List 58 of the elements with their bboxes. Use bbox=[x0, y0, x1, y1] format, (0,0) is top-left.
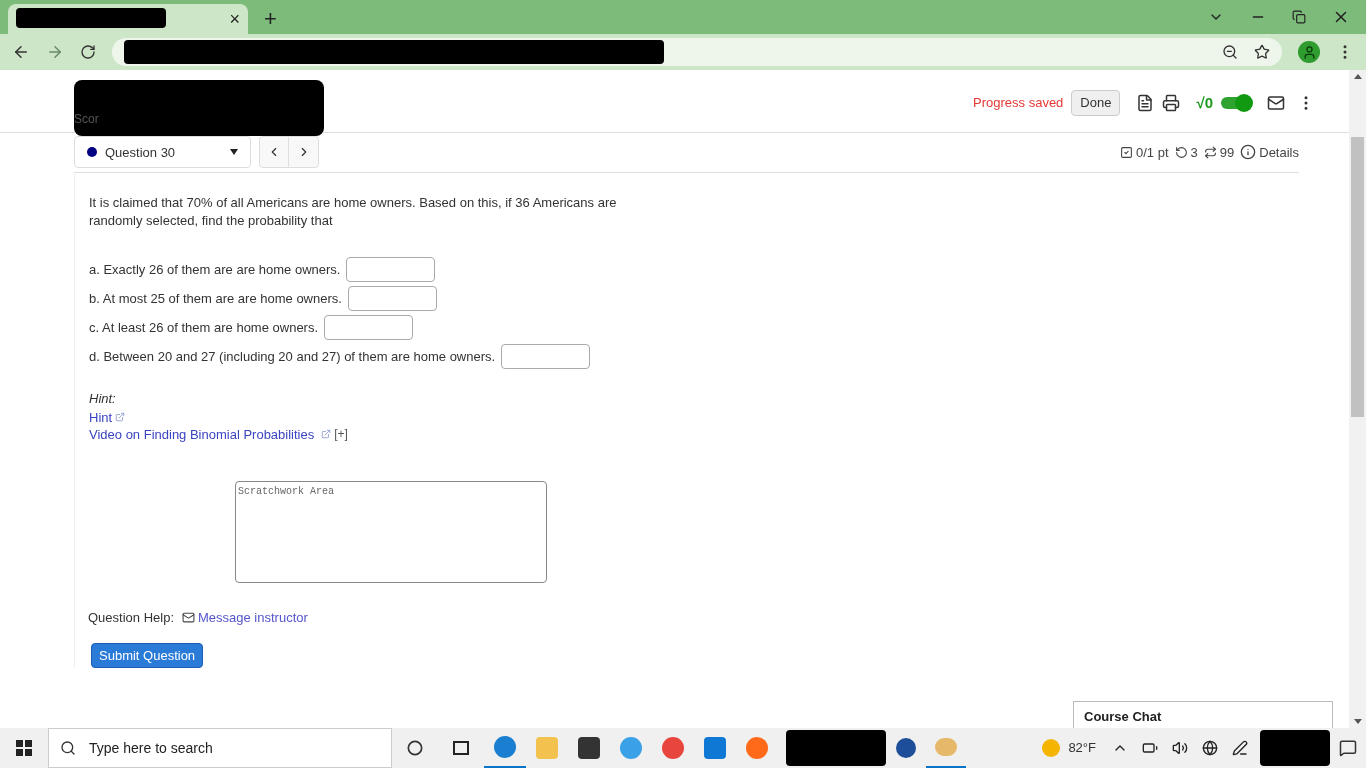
question-selector[interactable]: Question 30 bbox=[74, 136, 251, 169]
repeat-icon bbox=[1203, 145, 1217, 159]
reload-icon[interactable] bbox=[80, 44, 96, 60]
message-instructor-link[interactable]: Message instructor bbox=[198, 608, 308, 628]
restore-icon[interactable] bbox=[1292, 10, 1306, 24]
taskbar-search-field[interactable]: Type here to search bbox=[48, 728, 392, 768]
dropdown-caret-icon bbox=[230, 149, 238, 156]
answer-field[interactable] bbox=[346, 257, 436, 283]
part-label: b. At most 25 of them are are home owners. bbox=[89, 289, 342, 308]
browser-tab[interactable]: × bbox=[8, 4, 248, 34]
question-stat: 0/1 pt bbox=[1136, 143, 1169, 162]
info-icon bbox=[1240, 144, 1257, 161]
math-toggle[interactable] bbox=[1221, 96, 1251, 109]
undo-icon bbox=[1174, 145, 1188, 159]
external-link-icon bbox=[321, 429, 332, 440]
question-help-label: Question Help: bbox=[88, 609, 174, 628]
address-bar[interactable] bbox=[112, 38, 1282, 66]
star-icon[interactable] bbox=[1254, 44, 1270, 60]
scroll-up-arrow-icon[interactable] bbox=[1353, 74, 1362, 79]
score-label: Scor bbox=[74, 111, 99, 128]
printer-icon[interactable] bbox=[1162, 93, 1181, 112]
sqrt-icon: √0 bbox=[1196, 91, 1213, 114]
hint-link[interactable]: Hint bbox=[89, 408, 113, 426]
mail-icon[interactable] bbox=[1267, 93, 1285, 112]
part-label: c. At least 26 of them are home owners. bbox=[89, 318, 319, 337]
document-icon[interactable] bbox=[1136, 93, 1155, 112]
question-stat[interactable]: Details bbox=[1259, 142, 1299, 163]
scrollbar[interactable] bbox=[1349, 70, 1366, 728]
pen-icon[interactable] bbox=[1232, 740, 1248, 756]
tab-close-button[interactable]: × bbox=[229, 5, 240, 33]
globe-icon[interactable] bbox=[1202, 740, 1218, 756]
save-status: Progress saved bbox=[973, 94, 1064, 112]
hint-link[interactable]: Video on Finding Binomial Probabilities bbox=[89, 425, 315, 443]
answer-field[interactable] bbox=[324, 315, 414, 341]
part-label: d. Between 20 and 27 (including 20 and 27) of them are home owners. bbox=[89, 347, 496, 366]
redaction-mark bbox=[1260, 730, 1330, 766]
part-label: a. Exactly 26 of them are are home owners. bbox=[89, 260, 341, 279]
zoom-out-icon[interactable] bbox=[1222, 44, 1238, 60]
question-text: It is claimed that 70% of all Americans are home owners. Based on this, if 36 Americans are randomly selected, find the probability that bbox=[89, 194, 618, 231]
answer-field[interactable] bbox=[347, 286, 437, 312]
expand-link[interactable]: [+] bbox=[334, 425, 348, 443]
checkbox-icon bbox=[1120, 145, 1133, 159]
profile-avatar-icon[interactable] bbox=[1298, 41, 1320, 63]
mail-icon bbox=[182, 611, 195, 625]
search-icon bbox=[60, 740, 76, 756]
forward-arrow-icon[interactable] bbox=[46, 43, 64, 61]
battery-icon[interactable] bbox=[1142, 740, 1158, 756]
question-stat: 99 bbox=[1219, 143, 1235, 162]
question-stat: 3 bbox=[1190, 143, 1198, 162]
done-button[interactable]: Done bbox=[1071, 90, 1121, 116]
submit-question-button[interactable]: Submit Question bbox=[91, 642, 204, 669]
answer-field[interactable] bbox=[501, 344, 591, 370]
scratchwork-area[interactable]: Scratchwork Area bbox=[235, 480, 547, 583]
hint-label: Hint: bbox=[89, 390, 117, 409]
temperature[interactable]: 82°F bbox=[1068, 738, 1096, 758]
external-link-icon bbox=[115, 412, 126, 423]
scroll-down-arrow-icon[interactable] bbox=[1353, 719, 1362, 724]
new-tab-button[interactable]: + bbox=[264, 8, 277, 30]
